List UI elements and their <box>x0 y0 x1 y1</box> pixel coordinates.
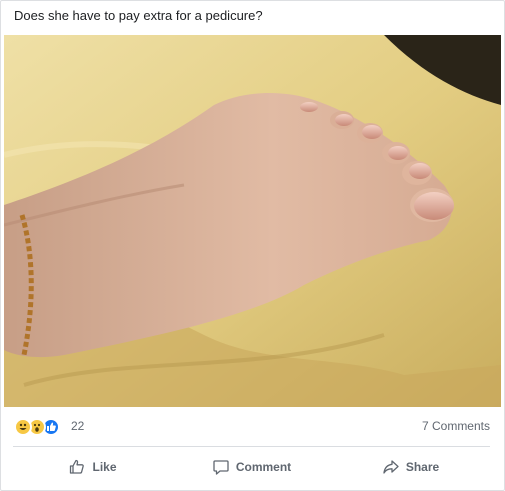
post-card: Does she have to pay extra for a pedicur… <box>0 0 505 491</box>
comment-button[interactable]: Comment <box>172 450 331 484</box>
reaction-count[interactable]: 22 <box>71 419 84 433</box>
comment-label: Comment <box>235 460 292 474</box>
like-label: Like <box>92 460 117 474</box>
share-label: Share <box>405 460 440 474</box>
share-icon <box>383 460 399 474</box>
reactions-bar: 22 7 Comments <box>11 417 494 437</box>
thumbs-up-icon <box>70 459 85 474</box>
action-bar: Like Comment Share <box>13 450 490 484</box>
laugh-icon <box>14 418 32 436</box>
post-photo[interactable] <box>4 35 501 407</box>
foot-photo-illustration <box>4 35 501 407</box>
post-caption: Does she have to pay extra for a pedicur… <box>14 8 263 23</box>
share-button[interactable]: Share <box>331 450 490 484</box>
like-button[interactable]: Like <box>13 450 172 484</box>
comments-count[interactable]: 7 Comments <box>422 419 490 433</box>
divider <box>13 446 490 447</box>
comment-icon <box>213 460 229 475</box>
